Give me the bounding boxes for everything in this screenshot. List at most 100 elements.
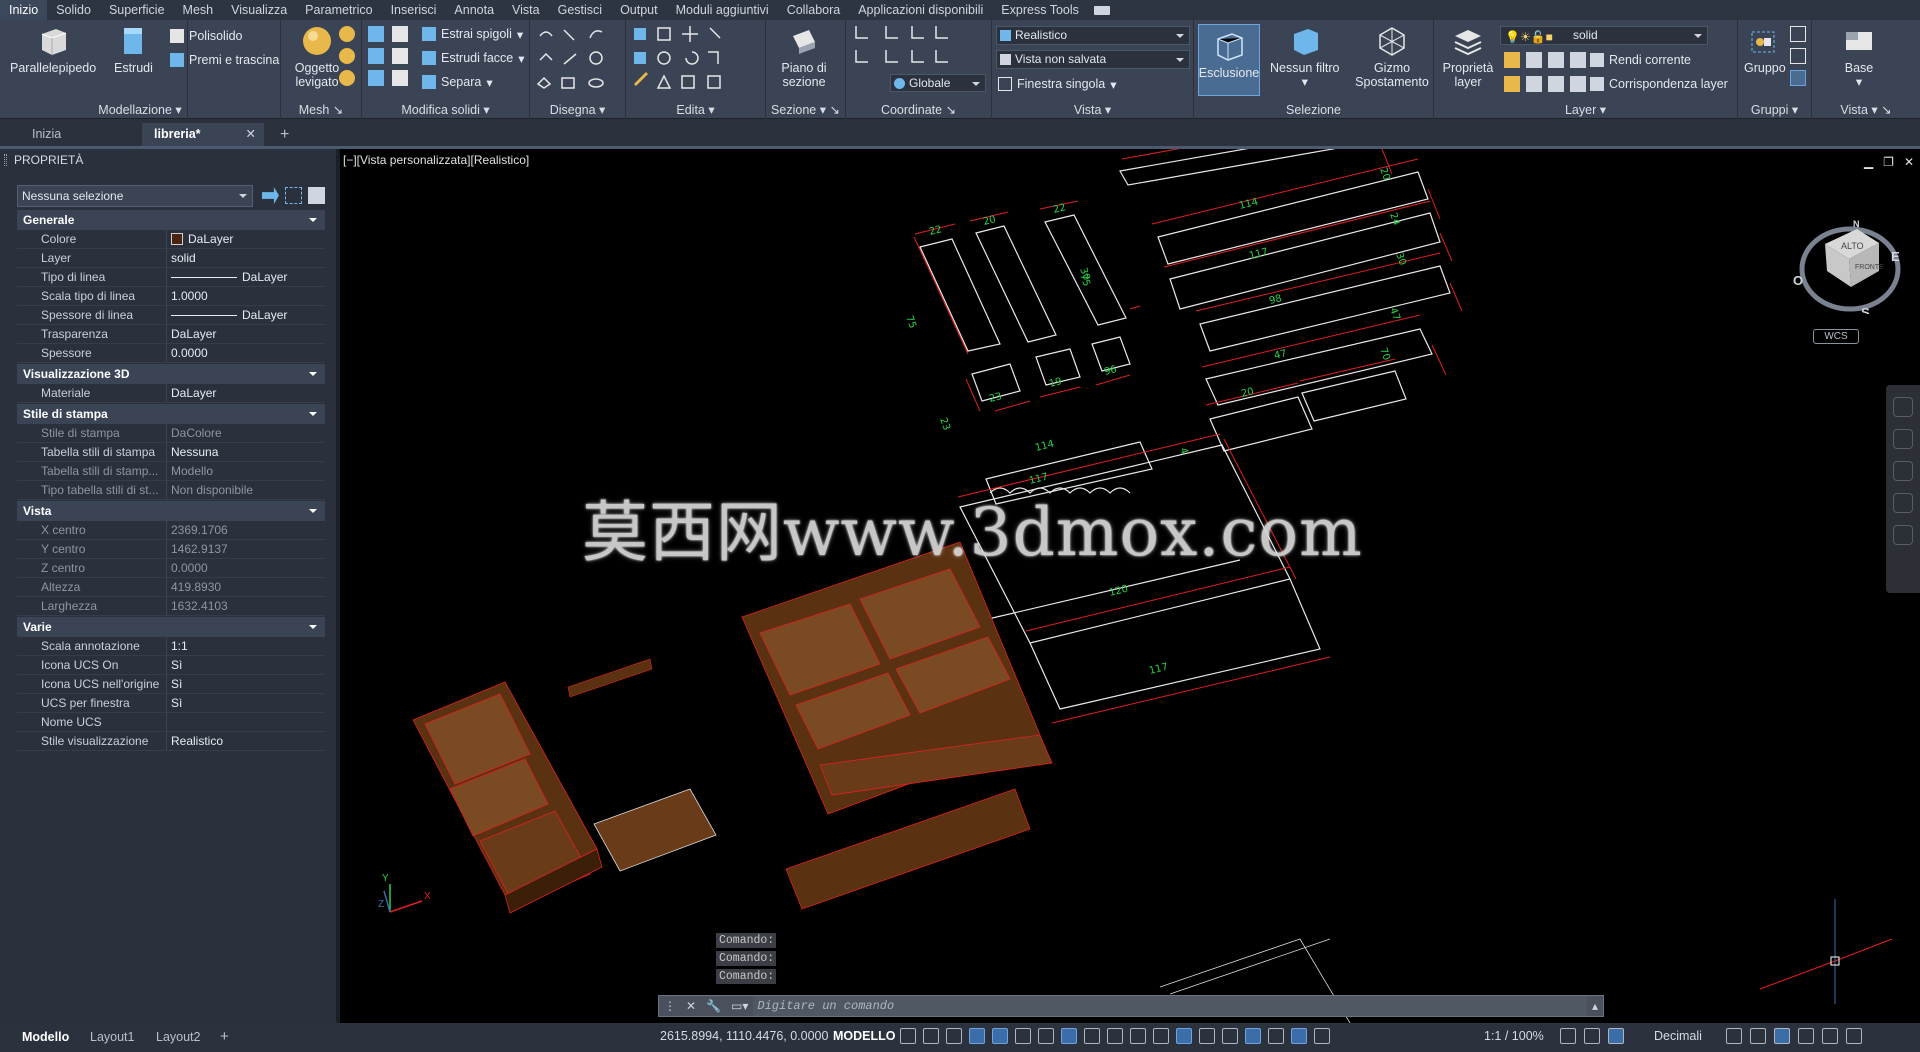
- property-value[interactable]: solid: [167, 249, 325, 267]
- property-row[interactable]: Stile di stampa DaColore: [17, 424, 325, 443]
- property-value[interactable]: Sì: [167, 694, 325, 712]
- property-value[interactable]: [167, 713, 325, 731]
- property-row[interactable]: Altezza 419.8930: [17, 578, 325, 597]
- property-value[interactable]: DaLayer: [167, 230, 325, 248]
- menu-inserisci[interactable]: Inserisci: [382, 0, 446, 20]
- property-row[interactable]: Colore DaLayer: [17, 230, 325, 249]
- menu-solido[interactable]: Solido: [47, 0, 100, 20]
- layer-tool-icon[interactable]: [1504, 52, 1520, 68]
- plus-icon[interactable]: [1584, 1028, 1600, 1044]
- group-tool-icon[interactable]: [1790, 26, 1806, 42]
- property-row[interactable]: Tipo di linea DaLayer: [17, 268, 325, 287]
- property-value[interactable]: 1632.4103: [167, 597, 325, 615]
- esclusione-button[interactable]: Esclusione: [1198, 24, 1260, 96]
- close-icon[interactable]: ✕: [246, 123, 256, 146]
- property-row[interactable]: Icona UCS nell'origine Sì: [17, 675, 325, 694]
- layer-combo[interactable]: 💡☀🔓■ solid: [1500, 26, 1708, 45]
- workspace-gear-icon[interactable]: [1560, 1028, 1576, 1044]
- panel-title-sezione[interactable]: Sezione ▾ ↘: [766, 101, 845, 119]
- subtract-icon[interactable]: [368, 48, 384, 64]
- panel-title-gruppi[interactable]: Gruppi ▾: [1738, 101, 1811, 119]
- finestra-singola-button[interactable]: Finestra singola ▾: [998, 74, 1117, 94]
- property-row[interactable]: Spessore di linea DaLayer: [17, 306, 325, 325]
- base-button[interactable]: Base ▾: [1842, 24, 1876, 89]
- clean-screen-icon[interactable]: [1822, 1028, 1838, 1044]
- section-stile-di-stampa[interactable]: Stile di stampa: [17, 404, 325, 424]
- history-toggle-icon[interactable]: ▴: [1587, 999, 1603, 1013]
- menu-express-tools[interactable]: Express Tools: [992, 0, 1088, 20]
- property-value[interactable]: Sì: [167, 656, 325, 674]
- isodraft-icon[interactable]: [1038, 1028, 1054, 1044]
- union-icon[interactable]: [368, 26, 384, 42]
- annotation-visibility-icon[interactable]: [1268, 1028, 1284, 1044]
- mesh-tool-icon[interactable]: [339, 70, 355, 86]
- rendi-corrente-button[interactable]: Rendi corrente: [1590, 50, 1691, 70]
- menu-visualizza[interactable]: Visualizza: [222, 0, 296, 20]
- annotation-scale-icon[interactable]: [1314, 1028, 1330, 1044]
- menu-parametrico[interactable]: Parametrico: [296, 0, 381, 20]
- menu-moduli-aggiuntivi[interactable]: Moduli aggiuntivi: [667, 0, 778, 20]
- property-value[interactable]: 0.0000: [167, 344, 325, 362]
- estrai-spigoli-button[interactable]: Estrai spigoli ▾: [422, 24, 523, 44]
- isolate-icon[interactable]: [1608, 1028, 1624, 1044]
- panel-title-vista[interactable]: Vista ▾: [992, 101, 1193, 119]
- selection-cycling-icon[interactable]: [1153, 1028, 1169, 1044]
- property-row[interactable]: Scala annotazione 1:1: [17, 637, 325, 656]
- polar-icon[interactable]: [1015, 1028, 1031, 1044]
- customization-icon[interactable]: [1846, 1028, 1862, 1044]
- menu-vista[interactable]: Vista: [503, 0, 549, 20]
- panel-title-vista-base[interactable]: Vista ▾ ↘: [1812, 101, 1920, 119]
- select-objects-icon[interactable]: [285, 187, 302, 204]
- quick-select-icon[interactable]: [308, 187, 325, 204]
- panel-title-mesh[interactable]: Mesh ↘: [281, 101, 361, 119]
- layer-tool-icon[interactable]: [1570, 52, 1586, 68]
- slice-icon[interactable]: [392, 26, 408, 42]
- proprieta-layer-button[interactable]: Proprietà layer: [1442, 24, 1494, 89]
- section-generale[interactable]: Generale: [17, 210, 325, 230]
- orbit-icon[interactable]: [1893, 493, 1913, 513]
- property-value[interactable]: 1:1: [167, 637, 325, 655]
- hardware-acceleration-icon[interactable]: [1798, 1028, 1814, 1044]
- annotation-scale[interactable]: 1:1 / 100%: [1484, 1029, 1544, 1043]
- dynamic-input-icon[interactable]: [969, 1028, 985, 1044]
- toggle-pickadd-icon[interactable]: [262, 187, 279, 204]
- tab-layout2[interactable]: Layout2: [148, 1027, 208, 1047]
- mesh-tool-icon[interactable]: [339, 26, 355, 42]
- property-value[interactable]: 2369.1706: [167, 521, 325, 539]
- property-value[interactable]: 419.8930: [167, 578, 325, 596]
- layer-tool-icon[interactable]: [1548, 52, 1564, 68]
- isolate-objects-icon[interactable]: [1774, 1028, 1790, 1044]
- steering-wheel-icon[interactable]: [1893, 397, 1913, 417]
- property-value[interactable]: 0.0000: [167, 559, 325, 577]
- close-icon[interactable]: ✕: [681, 999, 701, 1013]
- panel-title-disegna[interactable]: Disegna ▾: [530, 101, 625, 119]
- gizmo-button[interactable]: Gizmo Spostamento: [1354, 24, 1430, 89]
- auto-scale-icon[interactable]: [1291, 1028, 1307, 1044]
- panel-title-coordinate[interactable]: Coordinate ↘: [846, 101, 991, 119]
- property-value[interactable]: Modello: [167, 462, 325, 480]
- layer-tool-icon[interactable]: [1570, 76, 1586, 92]
- menu-applicazioni-disponibili[interactable]: Applicazioni disponibili: [849, 0, 992, 20]
- shell-icon[interactable]: [392, 70, 408, 86]
- property-value[interactable]: Non disponibile: [167, 481, 325, 499]
- property-row[interactable]: Y centro 1462.9137: [17, 540, 325, 559]
- property-row[interactable]: Spessore 0.0000: [17, 344, 325, 363]
- property-row[interactable]: Larghezza 1632.4103: [17, 597, 325, 616]
- premi-trascina-button[interactable]: Premi e trascina: [170, 50, 279, 70]
- lock-ui-icon[interactable]: [1750, 1028, 1766, 1044]
- panel-title-modifica[interactable]: Modifica solidi ▾: [362, 101, 529, 119]
- layer-tool-icon[interactable]: [1504, 76, 1520, 92]
- property-value[interactable]: DaLayer: [167, 268, 325, 286]
- snap-icon[interactable]: [923, 1028, 939, 1044]
- property-value[interactable]: 1.0000: [167, 287, 325, 305]
- property-value[interactable]: 1462.9137: [167, 540, 325, 558]
- mesh-tool-icon[interactable]: [339, 48, 355, 64]
- filtro-button[interactable]: Nessun filtro ▾: [1270, 24, 1339, 89]
- command-input[interactable]: [753, 996, 1587, 1016]
- menu-annota[interactable]: Annota: [445, 0, 503, 20]
- add-layout-button[interactable]: +: [212, 1027, 237, 1047]
- estrudi-button[interactable]: Estrudi: [114, 24, 153, 75]
- panel-title-layer[interactable]: Layer ▾: [1434, 101, 1737, 119]
- group-tool-icon[interactable]: [1790, 48, 1806, 64]
- menu-collabora[interactable]: Collabora: [778, 0, 850, 20]
